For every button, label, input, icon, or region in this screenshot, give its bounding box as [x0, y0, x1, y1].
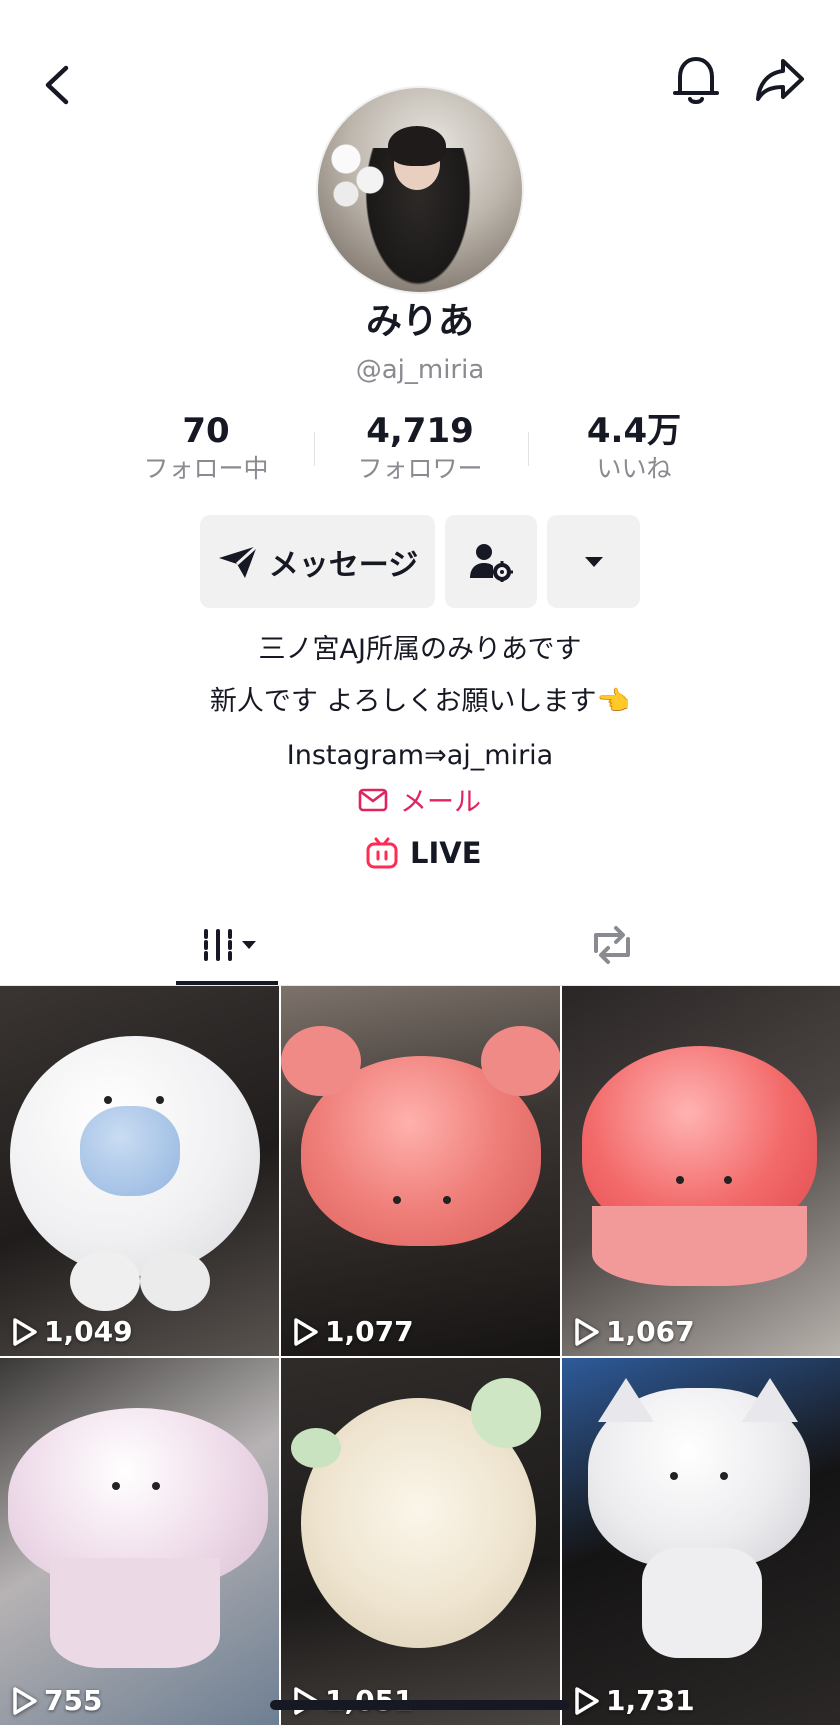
- bio-line: 新人です よろしくお願いします👈: [209, 686, 631, 717]
- plush-ear: [742, 1378, 798, 1422]
- notification-button[interactable]: [660, 44, 732, 116]
- plush-ear: [598, 1378, 654, 1422]
- stat-likes[interactable]: 4.4万 いいね: [534, 410, 734, 486]
- live-tv-icon: [366, 837, 398, 869]
- send-icon: [218, 544, 258, 578]
- stat-following[interactable]: 70 フォロー中: [106, 410, 306, 486]
- repost-icon: [594, 926, 630, 964]
- plush-eye: [720, 1472, 728, 1480]
- play-icon: [575, 1317, 599, 1346]
- caret-down-icon: [584, 556, 603, 567]
- video-thumbnail[interactable]: 1,067: [562, 986, 840, 1356]
- live-label: LIVE: [410, 836, 482, 870]
- video-thumbnail[interactable]: 1,731: [562, 1358, 840, 1725]
- plush-claw: [281, 1026, 361, 1096]
- video-thumbnail[interactable]: 755: [0, 1358, 279, 1725]
- view-count-value: 755: [44, 1684, 103, 1717]
- display-name: みりあ: [365, 301, 474, 342]
- more-dropdown-button[interactable]: [547, 515, 640, 608]
- view-count-value: 1,077: [325, 1315, 414, 1348]
- video-thumbnail[interactable]: 1,077: [281, 986, 560, 1356]
- home-indicator[interactable]: [270, 1700, 570, 1710]
- message-label: メッセージ: [268, 547, 419, 583]
- username: @aj_miria: [355, 355, 485, 385]
- view-count: 755: [12, 1684, 102, 1717]
- stat-divider: [314, 432, 315, 466]
- followers-count: 4,719: [366, 411, 474, 451]
- back-button[interactable]: [22, 50, 92, 120]
- tab-videos[interactable]: [176, 912, 278, 978]
- message-button[interactable]: メッセージ: [200, 515, 435, 608]
- stat-divider: [528, 432, 529, 466]
- stat-followers[interactable]: 4,719 フォロワー: [320, 410, 520, 486]
- plush-body: [642, 1548, 762, 1658]
- bell-icon: [673, 57, 719, 104]
- grid-icon: [204, 929, 256, 961]
- plush-eye: [443, 1196, 451, 1204]
- plush-eye: [152, 1482, 160, 1490]
- play-icon: [13, 1686, 37, 1715]
- active-tab-indicator: [176, 981, 278, 985]
- plush-tentacles: [592, 1206, 807, 1286]
- view-count-value: 1,731: [606, 1684, 695, 1717]
- plush-eye: [112, 1482, 120, 1490]
- view-count-value: 1,049: [44, 1315, 133, 1348]
- play-icon: [575, 1686, 599, 1715]
- chevron-left-icon: [45, 65, 69, 105]
- play-icon: [13, 1317, 37, 1346]
- email-link[interactable]: メール: [358, 780, 481, 819]
- plush-claw: [481, 1026, 560, 1096]
- tab-reposts[interactable]: [572, 912, 652, 978]
- view-count: 1,067: [574, 1315, 695, 1348]
- plush-body: [80, 1106, 180, 1196]
- bio-line: 三ノ宮AJ所属のみりあです: [258, 634, 582, 665]
- share-button[interactable]: [744, 44, 816, 116]
- play-icon: [294, 1317, 318, 1346]
- following-count: 70: [182, 411, 230, 451]
- plush-eye: [156, 1096, 164, 1104]
- plush-eye: [676, 1176, 684, 1184]
- view-count-value: 1,067: [606, 1315, 695, 1348]
- plush-eye: [724, 1176, 732, 1184]
- plush-eye: [104, 1096, 112, 1104]
- following-label: フォロー中: [143, 454, 269, 483]
- share-icon: [756, 59, 804, 101]
- follow-settings-button[interactable]: [445, 515, 537, 608]
- user-settings-icon: [470, 543, 513, 582]
- view-count: 1,049: [12, 1315, 133, 1348]
- plush-flipper: [291, 1428, 341, 1468]
- plush-foot: [140, 1251, 210, 1311]
- view-count: 1,731: [574, 1684, 695, 1717]
- view-count: 1,077: [293, 1315, 414, 1348]
- plush-eye: [670, 1472, 678, 1480]
- plush-eye: [393, 1196, 401, 1204]
- live-link[interactable]: LIVE: [366, 836, 482, 870]
- followers-label: フォロワー: [357, 454, 483, 483]
- plush-foot: [70, 1251, 140, 1311]
- email-label: メール: [400, 787, 481, 818]
- video-thumbnail[interactable]: 1,049: [0, 986, 279, 1356]
- plush-tentacles: [50, 1558, 220, 1668]
- likes-label: いいね: [596, 454, 672, 483]
- likes-count: 4.4万: [586, 411, 682, 451]
- bio-line: Instagram⇒aj_miria: [286, 740, 554, 771]
- plush-head: [471, 1378, 541, 1448]
- mail-icon: [358, 788, 388, 811]
- avatar[interactable]: [318, 88, 522, 292]
- video-thumbnail[interactable]: 1,051: [281, 1358, 560, 1725]
